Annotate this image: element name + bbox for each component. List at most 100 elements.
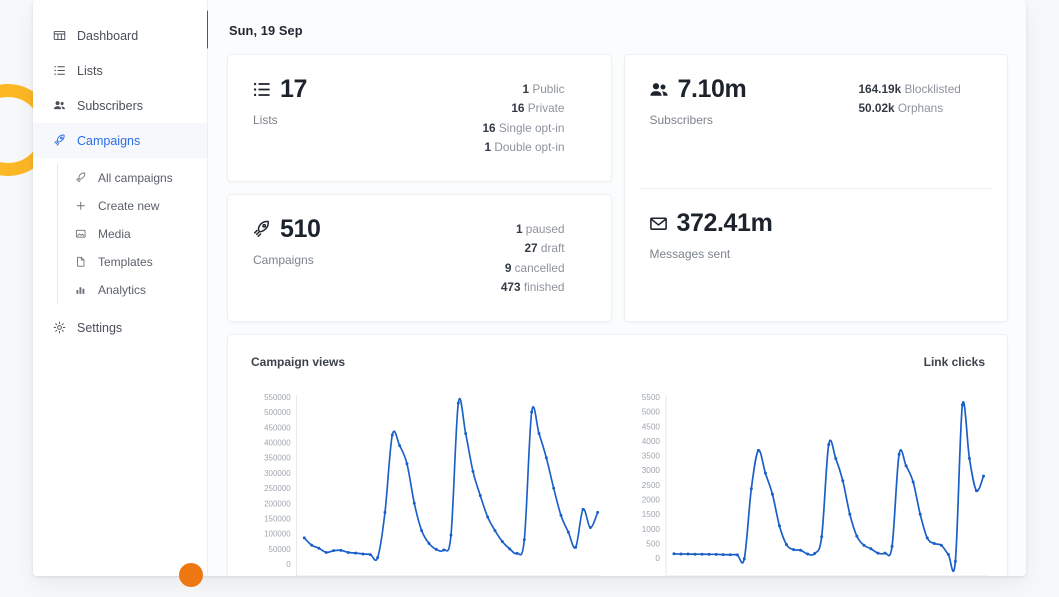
sidebar-item-templates[interactable]: Templates	[58, 248, 207, 276]
charts-card: Campaign views Link clicks 550000 500000 4…	[227, 334, 1008, 576]
svg-text:50000: 50000	[269, 545, 292, 554]
svg-text:1500: 1500	[641, 511, 660, 520]
card-label: Subscribers	[649, 113, 713, 127]
gear-icon	[52, 321, 66, 335]
card-lists: 17 Lists 1 Public 16 Private 16 Single o…	[227, 54, 612, 183]
svg-text:2500: 2500	[641, 481, 660, 490]
app-root: Dashboard Lists Subscribers Campaigns Al…	[0, 0, 1059, 597]
svg-text:4500: 4500	[641, 423, 660, 432]
rocket-icon	[52, 134, 66, 148]
svg-text:200000: 200000	[264, 500, 291, 509]
card-breakdown: 1 Public 16 Private 16 Single opt-in 1 D…	[442, 77, 587, 157]
svg-text:0: 0	[655, 555, 660, 564]
breakdown-count: 9	[504, 260, 512, 275]
breakdown-row: 9 cancelled	[442, 259, 565, 278]
breakdown-count: 50.02k	[858, 101, 895, 116]
breakdown-count: 27	[524, 241, 538, 256]
list-icon	[52, 64, 66, 78]
breakdown-count: 1	[515, 222, 523, 237]
card-label: Messages sent	[649, 246, 731, 261]
breakdown-label: Blocklisted	[904, 82, 961, 96]
card-label: Campaigns	[253, 253, 314, 268]
page-date: Sun, 19 Sep	[229, 23, 303, 38]
sidebar-item-settings[interactable]: Settings	[33, 310, 207, 345]
card-value: 7.10m	[677, 75, 747, 103]
svg-text:5000: 5000	[641, 408, 660, 417]
chart-campaign-views: 550000 500000 450000 400000 350000 300000 2500…	[246, 393, 604, 576]
card-subscribers-messages: 7.10m Subscribers 164.19k Blocklisted 50…	[623, 54, 1008, 323]
svg-text:0: 0	[286, 560, 291, 569]
svg-text:450000: 450000	[264, 424, 291, 433]
card-breakdown: 164.19k Blocklisted 50.02k Orphans	[839, 77, 984, 119]
sidebar-item-media[interactable]: Media	[58, 220, 207, 248]
chart-link-clicks: 5500 5000 4500 4000 3500 3000 2500 2000 1500 1000…	[632, 393, 990, 576]
svg-text:150000: 150000	[264, 515, 291, 524]
sidebar-item-subscribers[interactable]: Subscribers	[33, 88, 207, 123]
sidebar-subitem-label: Media	[98, 227, 131, 241]
file-icon	[74, 255, 88, 269]
sidebar-item-analytics[interactable]: Analytics	[58, 276, 207, 304]
envelope-icon	[649, 214, 668, 233]
rocket-icon	[252, 220, 271, 239]
breakdown-count: 164.19k	[858, 82, 902, 96]
list-icon	[252, 80, 271, 99]
svg-text:500000: 500000	[264, 408, 291, 417]
sidebar-item-label: Subscribers	[77, 98, 143, 113]
sidebar: Dashboard Lists Subscribers Campaigns Al…	[33, 0, 211, 576]
charts-body: 550000 500000 450000 400000 350000 300000 2500…	[246, 393, 989, 576]
breakdown-row: 1 paused	[442, 220, 565, 239]
breakdown-row: 16 Single opt-in	[442, 119, 565, 138]
breakdown-row: 27 draft	[442, 239, 565, 258]
breakdown-count: 1	[522, 82, 530, 96]
sidebar-item-lists[interactable]: Lists	[33, 53, 207, 88]
svg-text:5500: 5500	[641, 393, 660, 402]
breakdown-row: 16 Private	[442, 99, 565, 118]
svg-text:4000: 4000	[641, 437, 660, 446]
breakdown-row: 50.02k Orphans	[859, 99, 962, 118]
users-icon	[649, 80, 669, 100]
breakdown-label: Private	[527, 101, 565, 116]
breakdown-label: cancelled	[514, 260, 565, 275]
svg-text:3500: 3500	[641, 452, 660, 461]
breakdown-row: 473 finished	[442, 278, 565, 297]
rocket-icon	[74, 171, 88, 185]
breakdown-count: 1	[484, 139, 492, 154]
svg-text:2000: 2000	[641, 496, 660, 505]
sidebar-item-create-new[interactable]: Create new	[58, 192, 207, 220]
users-icon	[52, 99, 66, 113]
breakdown-label: Double opt-in	[494, 139, 565, 154]
svg-text:350000: 350000	[264, 454, 291, 463]
sidebar-item-all-campaigns[interactable]: All campaigns	[58, 164, 207, 192]
main-content: Sun, 19 Sep 17 Lists 1 Public 16 Private…	[208, 0, 1026, 576]
breakdown-label: draft	[540, 241, 565, 256]
app-window: Dashboard Lists Subscribers Campaigns Al…	[33, 0, 1026, 576]
svg-text:300000: 300000	[264, 469, 291, 478]
card-messages-sent: 372.41m Messages sent	[625, 189, 1008, 322]
svg-text:250000: 250000	[264, 484, 291, 493]
breakdown-row: 164.19k Blocklisted	[859, 80, 962, 99]
sidebar-item-dashboard[interactable]: Dashboard	[33, 18, 207, 53]
sidebar-item-label: Lists	[77, 63, 103, 78]
svg-text:550000: 550000	[264, 393, 291, 402]
bar-chart-icon	[74, 283, 88, 297]
charts-header: Campaign views Link clicks	[246, 347, 989, 369]
card-value: 372.41m	[676, 208, 773, 237]
chart-title-link-clicks: Link clicks	[923, 355, 985, 370]
stats-left-column: 17 Lists 1 Public 16 Private 16 Single o…	[227, 54, 612, 323]
card-breakdown: 1 paused 27 draft 9 cancelled 473 finish…	[442, 217, 587, 297]
breakdown-label: Orphans	[897, 101, 944, 116]
dashboard-icon	[52, 29, 66, 43]
breakdown-row: 1 Double opt-in	[442, 138, 565, 157]
sidebar-subitem-label: All campaigns	[98, 171, 173, 185]
svg-text:400000: 400000	[264, 439, 291, 448]
breakdown-label: finished	[523, 280, 565, 295]
stats-grid: 17 Lists 1 Public 16 Private 16 Single o…	[227, 54, 1008, 323]
chart-title-campaign-views: Campaign views	[251, 355, 346, 370]
sidebar-item-campaigns[interactable]: Campaigns	[33, 123, 207, 158]
breakdown-row: 1 Public	[442, 80, 565, 99]
sidebar-subitem-label: Templates	[98, 255, 153, 269]
sidebar-item-label: Dashboard	[77, 28, 139, 43]
breakdown-count: 16	[482, 120, 496, 135]
svg-text:100000: 100000	[264, 530, 291, 539]
svg-text:1000: 1000	[641, 525, 660, 534]
